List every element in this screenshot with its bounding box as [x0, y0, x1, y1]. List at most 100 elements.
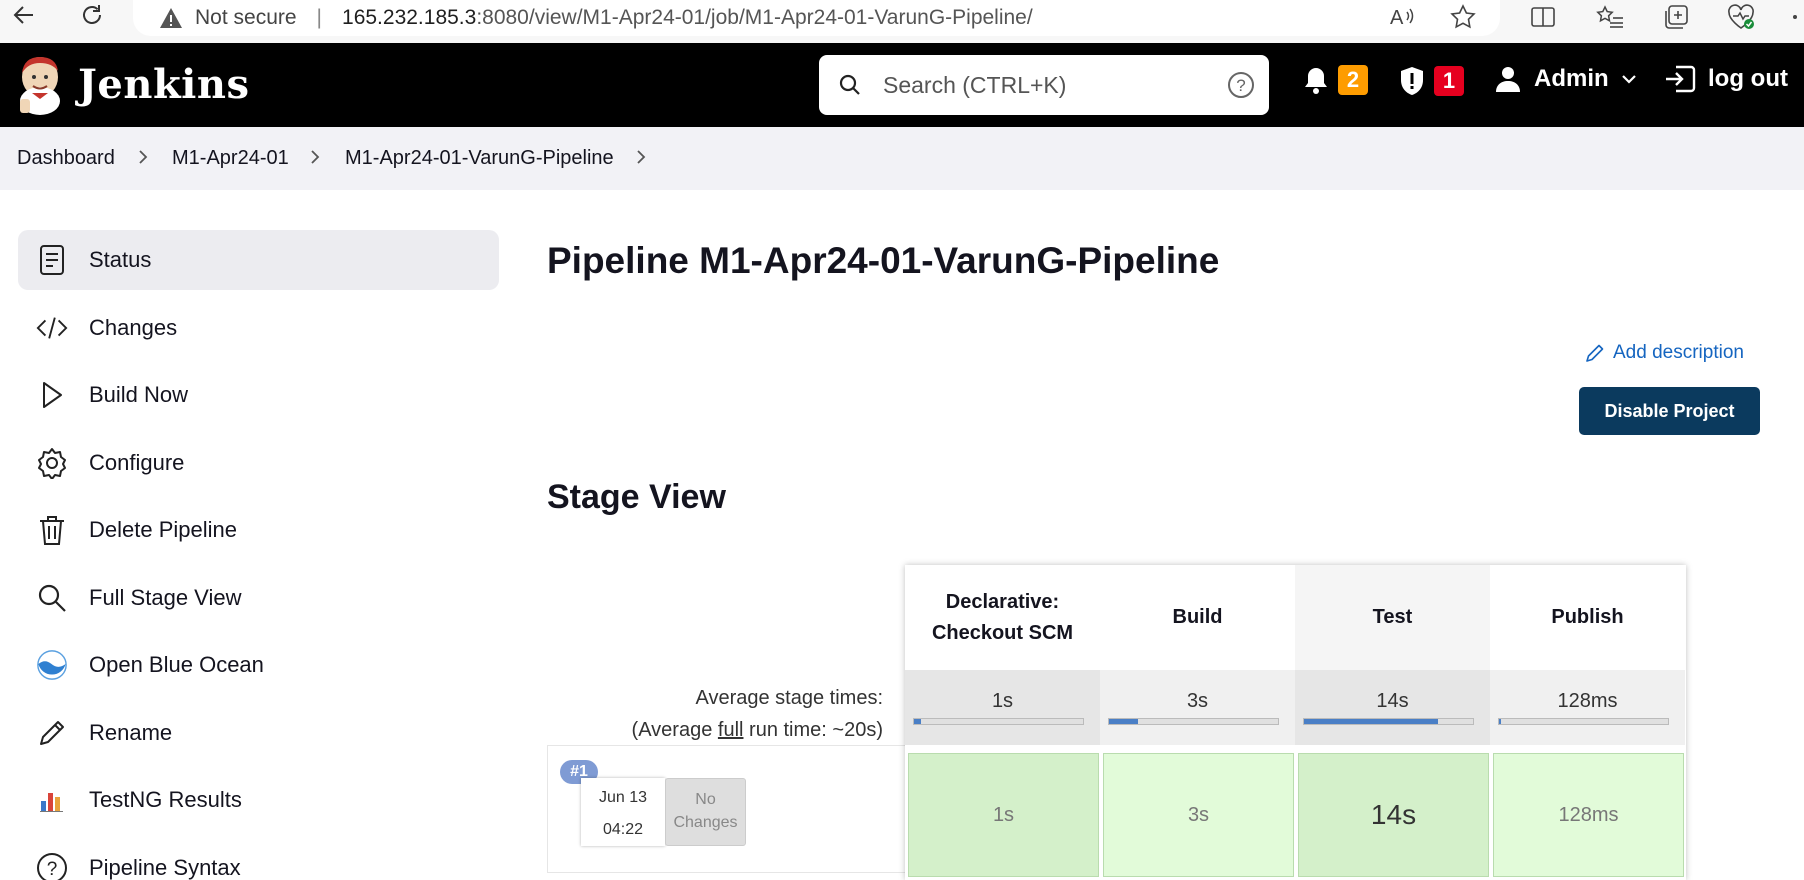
- play-icon: [36, 379, 68, 411]
- avg-time-bar-fill: [914, 719, 921, 724]
- full-run-time-link[interactable]: full: [718, 719, 744, 741]
- build-changes[interactable]: No Changes: [665, 778, 746, 846]
- logout-icon: [1666, 65, 1696, 93]
- blue-ocean-icon: [36, 649, 68, 681]
- avg-time-cell: 14s: [1295, 670, 1490, 745]
- address-bar[interactable]: Not secure | 165.232.185.3:8080/view/M1-…: [133, 0, 1500, 36]
- sidebar-item-label: Rename: [89, 720, 173, 745]
- stage-result-cell[interactable]: 3s: [1103, 753, 1294, 877]
- logout-button[interactable]: log out: [1664, 65, 1788, 93]
- notifications-button[interactable]: 2: [1302, 65, 1368, 95]
- disable-project-button[interactable]: Disable Project: [1579, 387, 1760, 435]
- security-warnings-button[interactable]: 1: [1398, 65, 1464, 97]
- average-run-time-label: (Average full run time: ~20s): [523, 719, 883, 742]
- sidebar-item-full-stage-view[interactable]: Full Stage View: [18, 568, 499, 628]
- shield-icon: [1401, 67, 1423, 95]
- url-host: 165.232.185.3: [342, 6, 477, 29]
- svg-text:?: ?: [1236, 76, 1245, 95]
- back-button[interactable]: [4, 0, 44, 30]
- sidebar-item-build-now[interactable]: Build Now: [18, 365, 499, 425]
- more-menu-icon[interactable]: [1786, 2, 1804, 32]
- avg-time-value: 14s: [1376, 690, 1409, 712]
- svg-text:A: A: [1390, 7, 1404, 28]
- document-icon: [36, 244, 68, 276]
- sidebar-item-label: Configure: [89, 450, 185, 475]
- sidebar-item-changes[interactable]: Changes: [18, 298, 499, 358]
- search-input[interactable]: [883, 71, 1203, 99]
- avg-time-bar-fill: [1109, 719, 1138, 724]
- reload-button[interactable]: [72, 0, 112, 30]
- help-icon: ?: [36, 852, 68, 880]
- average-stage-times-label: Average stage times:: [695, 687, 883, 709]
- favorites-icon[interactable]: [1593, 2, 1627, 32]
- user-menu[interactable]: Admin: [1494, 65, 1637, 93]
- search-box[interactable]: ?: [819, 55, 1269, 115]
- breadcrumb-chevron-icon[interactable]: [308, 147, 322, 167]
- add-description-label[interactable]: Add description: [1613, 342, 1744, 364]
- sidebar-item-open-blue-ocean[interactable]: Open Blue Ocean: [18, 635, 499, 695]
- avg-time-cell: 1s: [905, 670, 1100, 745]
- sidebar-item-label: Full Stage View: [89, 585, 242, 610]
- sidebar-item-pipeline-syntax[interactable]: ? Pipeline Syntax: [18, 838, 499, 880]
- chevron-down-icon[interactable]: [1621, 73, 1637, 85]
- user-name[interactable]: Admin: [1534, 65, 1609, 93]
- breadcrumb-dashboard[interactable]: Dashboard: [17, 147, 115, 170]
- breadcrumb-job[interactable]: M1-Apr24-01-VarunG-Pipeline: [345, 147, 614, 170]
- breadcrumb-chevron-icon[interactable]: [136, 147, 150, 167]
- help-icon[interactable]: ?: [1227, 71, 1255, 99]
- warning-icon: [159, 6, 183, 30]
- sidebar-item-testng-results[interactable]: TestNG Results: [18, 770, 499, 830]
- search-icon: [36, 582, 68, 614]
- user-icon: [1496, 67, 1520, 92]
- sidebar-item-label: Build Now: [89, 382, 189, 407]
- breadcrumb-view[interactable]: M1-Apr24-01: [172, 147, 289, 170]
- add-description-link[interactable]: Add description: [1585, 342, 1744, 364]
- stage-result-cell[interactable]: 14s: [1298, 753, 1489, 877]
- logout-label[interactable]: log out: [1708, 65, 1788, 93]
- avg-time-bar-fill: [1499, 719, 1501, 724]
- average-run-time-suffix: run time: ~20s): [743, 719, 883, 741]
- avg-time-bar: [913, 718, 1084, 725]
- avg-time-cell: 128ms: [1490, 670, 1685, 745]
- sidebar-item-rename[interactable]: Rename: [18, 703, 499, 763]
- split-screen-icon[interactable]: [1526, 2, 1560, 32]
- page-title: Pipeline M1-Apr24-01-VarunG-Pipeline: [547, 240, 1220, 281]
- avg-time-bar: [1303, 718, 1474, 725]
- avg-time-bar: [1108, 718, 1279, 725]
- browser-essentials-icon[interactable]: [1724, 2, 1758, 32]
- url-path: :8080/view/M1-Apr24-01/job/M1-Apr24-01-V…: [476, 6, 1033, 29]
- address-separator: |: [316, 6, 323, 29]
- svg-text:?: ?: [47, 859, 58, 880]
- stage-view-table: Declarative: Checkout SCM Build Test Pub…: [905, 565, 1686, 880]
- bar-chart-icon: [36, 784, 68, 816]
- security-badge: 1: [1434, 66, 1464, 96]
- breadcrumb-chevron-icon[interactable]: [634, 147, 648, 167]
- avg-time-bar-fill: [1304, 719, 1438, 724]
- avg-time-cell: 3s: [1100, 670, 1295, 745]
- avg-time-bar: [1498, 718, 1669, 725]
- stage-header-test: Test: [1295, 565, 1490, 670]
- jenkins-logo-icon[interactable]: [16, 55, 62, 117]
- stage-result-cell[interactable]: 1s: [908, 753, 1099, 877]
- sidebar-item-label: Changes: [89, 315, 178, 340]
- sidebar-item-status[interactable]: Status: [18, 230, 499, 290]
- stage-header-build: Build: [1172, 606, 1223, 628]
- sidebar-item-configure[interactable]: Configure: [18, 433, 499, 493]
- build-date-time: 04:22: [602, 821, 644, 838]
- pencil-icon: [1586, 344, 1604, 362]
- security-status[interactable]: Not secure: [195, 6, 297, 30]
- read-aloud-icon[interactable]: A: [1386, 2, 1420, 32]
- sidebar-item-label: TestNG Results: [89, 787, 242, 812]
- browser-toolbar: Not secure | 165.232.185.3:8080/view/M1-…: [0, 0, 1804, 43]
- sidebar-item-delete-pipeline[interactable]: Delete Pipeline: [18, 500, 499, 560]
- jenkins-brand[interactable]: Jenkins: [78, 61, 249, 108]
- sidebar-item-label: Delete Pipeline: [89, 517, 237, 542]
- code-icon: [36, 312, 68, 344]
- build-changes-line2: Changes: [673, 814, 738, 831]
- sidebar-item-label: Pipeline Syntax: [89, 855, 241, 880]
- avg-time-value: 1s: [991, 690, 1014, 712]
- favorite-star-icon[interactable]: [1446, 2, 1480, 32]
- stage-result-cell[interactable]: 128ms: [1493, 753, 1684, 877]
- collections-icon[interactable]: [1659, 2, 1693, 32]
- avg-time-value: 3s: [1186, 690, 1209, 712]
